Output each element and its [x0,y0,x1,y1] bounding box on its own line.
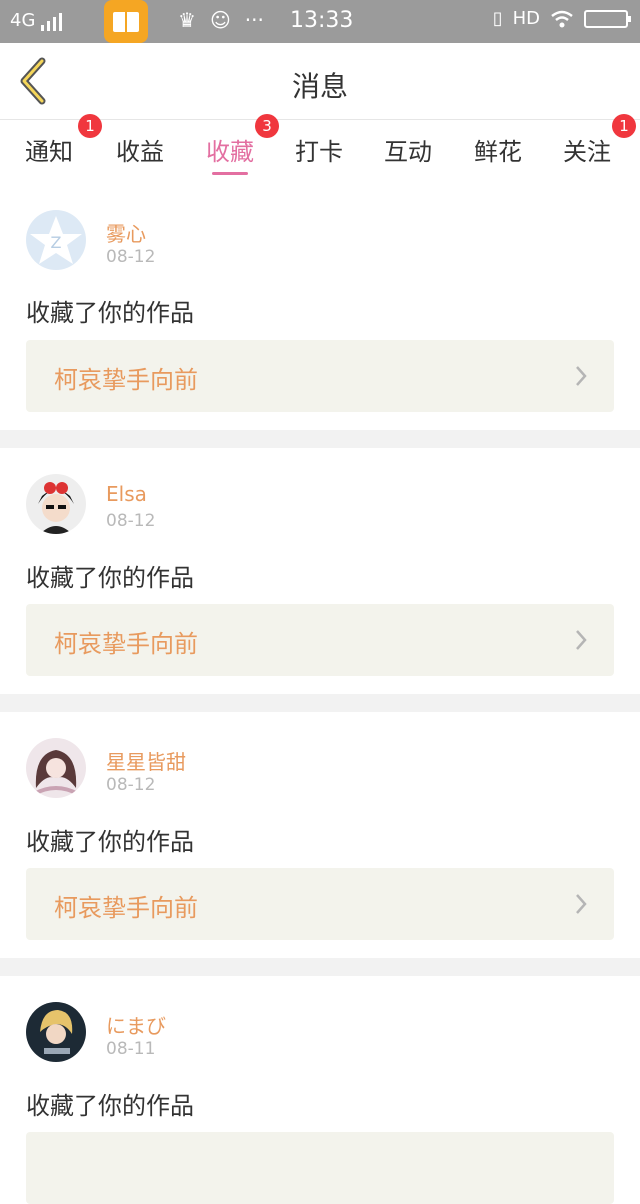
wifi-icon [551,10,573,27]
tab-notice[interactable]: 通知 [25,132,73,167]
divider [0,694,640,712]
user-name[interactable]: 雾心 [106,218,146,247]
battery-icon [584,9,631,28]
status-bar: 4G ♛ ☺ ··· 13:33 ▯ HD [0,0,640,43]
avatar[interactable]: Z [26,210,86,270]
signal-icon [41,13,63,31]
message-date: 08-12 [106,775,156,795]
work-link[interactable]: 柯哀挚手向前 [26,604,614,676]
message-text: 收藏了你的作品 [26,299,194,327]
message-text: 收藏了你的作品 [26,564,194,592]
tab-earnings[interactable]: 收益 [116,132,164,167]
tab-checkin[interactable]: 打卡 [295,132,343,167]
user-portrait-icon [38,482,74,534]
tab-follow-badge: 1 [612,114,636,138]
tab-favorites[interactable]: 收藏 [206,132,254,167]
anime-girl-avatar-icon [33,750,79,796]
svg-text:Z: Z [51,233,62,252]
vibrate-icon: ▯ [492,8,503,29]
divider [0,430,640,448]
tab-interaction[interactable]: 互动 [384,132,432,167]
message-card: Elsa 08-12 收藏了你的作品 柯哀挚手向前 [0,448,640,694]
cartoon-portrait-avatar-icon [40,1010,73,1054]
user-name[interactable]: Elsa [106,482,147,506]
crown-icon: ♛ [178,8,196,32]
tab-favorites-badge: 3 [255,114,279,138]
avatar[interactable] [26,738,86,798]
message-card: にまび 08-11 收藏了你的作品 [0,976,640,1204]
page-title: 消息 [291,70,348,103]
message-card: Z 雾心 08-12 收藏了你的作品 柯哀挚手向前 [0,183,640,430]
user-name[interactable]: 星星皆甜 [106,746,186,775]
hd-indicator: HD [512,8,540,29]
message-text: 收藏了你的作品 [26,828,194,856]
default-star-avatar-icon: Z [30,216,82,264]
tab-notice-badge: 1 [78,114,102,138]
tab-flowers[interactable]: 鲜花 [474,132,522,167]
divider [0,958,640,976]
active-tab-indicator [212,172,248,175]
tab-bar: 通知 1 收益 收藏 3 打卡 互动 鲜花 关注 1 [0,114,640,182]
tab-follow[interactable]: 关注 [563,132,611,167]
avatar[interactable] [26,1002,86,1062]
work-title: 柯哀挚手向前 [54,630,198,658]
work-link[interactable]: 柯哀挚手向前 [26,340,614,412]
more-dots-icon: ··· [244,8,264,32]
message-date: 08-12 [106,511,156,531]
work-title: 柯哀挚手向前 [54,894,198,922]
cat-icon: ☺ [209,8,231,32]
user-name[interactable]: にまび [106,1010,166,1039]
clock: 13:33 [290,8,354,33]
avatar[interactable] [26,474,86,534]
work-title: 柯哀挚手向前 [54,366,198,394]
chevron-right-icon [576,366,587,386]
work-link[interactable] [26,1132,614,1204]
message-date: 08-11 [106,1039,156,1059]
work-link[interactable]: 柯哀挚手向前 [26,868,614,940]
message-text: 收藏了你的作品 [26,1092,194,1120]
chevron-right-icon [576,894,587,914]
network-type: 4G [10,10,36,31]
network-indicator: 4G [10,10,63,31]
message-card: 星星皆甜 08-12 收藏了你的作品 柯哀挚手向前 [0,712,640,958]
book-app-icon [104,0,148,43]
chevron-right-icon [576,630,587,650]
message-date: 08-12 [106,247,156,267]
nav-bar: 消息 [0,43,640,120]
